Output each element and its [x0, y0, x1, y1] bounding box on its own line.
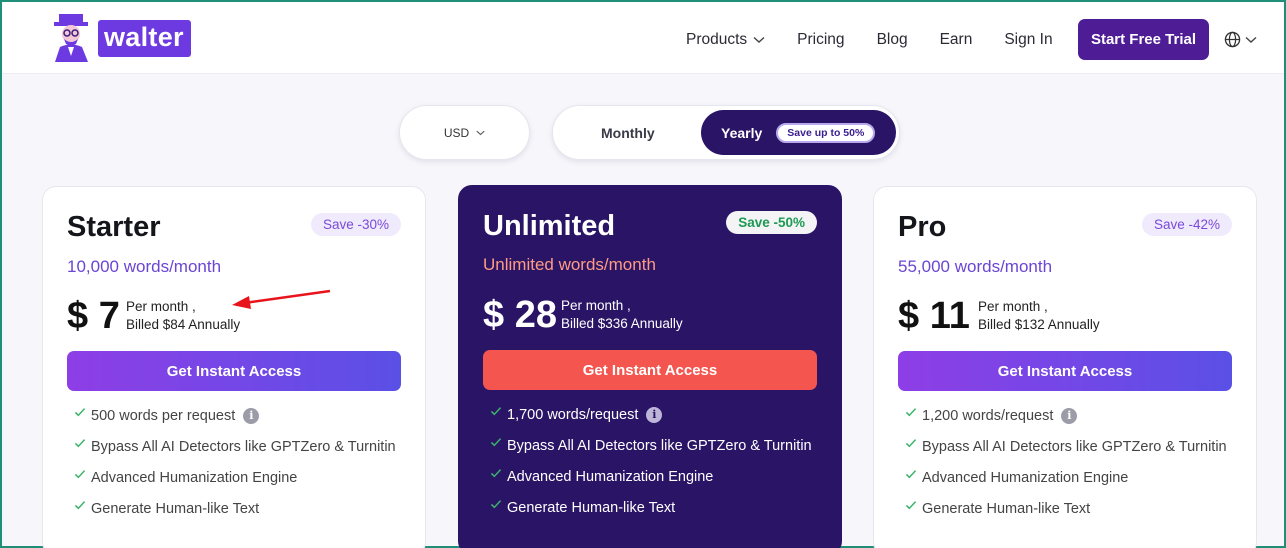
list-item: Bypass All AI Detectors like GPTZero & T…	[483, 435, 813, 458]
list-item: Bypass All AI Detectors like GPTZero & T…	[898, 436, 1228, 459]
feature-text: Generate Human-like Text	[922, 501, 1091, 517]
chevron-down-icon	[1245, 36, 1257, 43]
plan-card-starter: Starter Save -30% 10,000 words/month $ 7…	[42, 186, 426, 548]
billing-monthly-option[interactable]: Monthly	[601, 125, 655, 141]
check-icon	[74, 470, 86, 479]
feature-text: Bypass All AI Detectors like GPTZero & T…	[91, 439, 396, 455]
feature-text: Generate Human-like Text	[507, 500, 676, 516]
currency-select[interactable]: USD	[399, 105, 530, 160]
list-item: Generate Human-like Text	[898, 498, 1228, 521]
plan-billing-note: Per month , Billed $84 Annually	[126, 298, 240, 334]
plan-billed-total: Billed $132 Annually	[978, 317, 1100, 332]
mascot-logo-icon	[54, 14, 88, 62]
plan-card-pro: Pro Save -42% 55,000 words/month $ 11 Pe…	[873, 186, 1257, 548]
get-instant-access-button[interactable]: Get Instant Access	[898, 351, 1232, 391]
check-icon	[490, 438, 502, 447]
feature-text: 1,700 words/request	[507, 407, 639, 423]
plan-name: Pro	[898, 211, 947, 243]
check-icon	[490, 469, 502, 478]
feature-text: Generate Human-like Text	[91, 501, 260, 517]
logo-wordmark: walter	[98, 19, 191, 57]
plan-price: $ 7	[67, 295, 120, 337]
list-item: 1,700 words/request i	[483, 404, 813, 427]
plan-features: 1,700 words/request i Bypass All AI Detec…	[483, 404, 813, 528]
list-item: Bypass All AI Detectors like GPTZero & T…	[67, 436, 397, 459]
plan-name: Starter	[67, 211, 161, 243]
plan-features: 1,200 words/request i Bypass All AI Detec…	[898, 405, 1228, 529]
billing-yearly-option[interactable]: Yearly Save up to 50%	[701, 110, 896, 155]
brand-logo[interactable]: walter	[52, 14, 191, 62]
feature-text: Advanced Humanization Engine	[507, 469, 714, 485]
plan-billed-total: Billed $336 Annually	[561, 316, 683, 331]
plan-billing-note: Per month , Billed $132 Annually	[978, 298, 1100, 334]
feature-text: Bypass All AI Detectors like GPTZero & T…	[922, 439, 1227, 455]
info-icon[interactable]: i	[646, 407, 663, 424]
language-selector[interactable]	[1224, 31, 1257, 48]
list-item: Advanced Humanization Engine	[898, 467, 1228, 490]
plan-period: Per month ,	[978, 299, 1048, 314]
list-item: Advanced Humanization Engine	[483, 466, 813, 489]
billing-period-toggle: Monthly Yearly Save up to 50%	[552, 105, 900, 160]
nav-blog[interactable]: Blog	[877, 31, 908, 49]
plan-word-quota: 10,000 words/month	[67, 257, 222, 276]
info-icon[interactable]: i	[243, 408, 260, 425]
list-item: Advanced Humanization Engine	[67, 467, 397, 490]
annotation-arrow-icon	[232, 289, 331, 309]
start-free-trial-button[interactable]: Start Free Trial	[1078, 19, 1209, 60]
nav-links: Products Pricing Blog Earn Sign In	[686, 31, 1085, 49]
list-item: Generate Human-like Text	[483, 497, 813, 520]
check-icon	[74, 439, 86, 448]
globe-icon	[1224, 31, 1241, 48]
check-icon	[490, 500, 502, 509]
check-icon	[74, 408, 86, 417]
get-instant-access-button[interactable]: Get Instant Access	[67, 351, 401, 391]
plan-card-unlimited: Unlimited Save -50% Unlimited words/mont…	[458, 185, 842, 548]
feature-text: 500 words per request	[91, 408, 236, 424]
feature-text: Advanced Humanization Engine	[922, 470, 1129, 486]
feature-text: 1,200 words/request	[922, 408, 1054, 424]
list-item: Generate Human-like Text	[67, 498, 397, 521]
list-item: 1,200 words/request i	[898, 405, 1228, 428]
check-icon	[74, 501, 86, 510]
feature-text: Bypass All AI Detectors like GPTZero & T…	[507, 438, 812, 454]
check-icon	[905, 408, 917, 417]
nav-products[interactable]: Products	[686, 31, 765, 49]
plan-price: $ 11	[898, 295, 970, 337]
plan-word-quota: Unlimited words/month	[483, 255, 656, 274]
nav-pricing[interactable]: Pricing	[797, 31, 844, 49]
chevron-down-icon	[476, 130, 485, 135]
currency-value: USD	[443, 125, 470, 140]
plan-name: Unlimited	[483, 210, 616, 242]
plan-discount-badge: Save -42%	[1141, 213, 1232, 236]
yearly-savings-badge: Save up to 50%	[776, 122, 876, 143]
plan-features: 500 words per request i Bypass All AI Det…	[67, 405, 397, 529]
plan-billed-total: Billed $84 Annually	[126, 317, 241, 332]
plan-discount-badge: Save -30%	[310, 213, 401, 236]
plan-discount-badge: Save -50%	[726, 211, 817, 234]
get-instant-access-button[interactable]: Get Instant Access	[483, 350, 817, 390]
nav-products-label: Products	[686, 31, 748, 48]
plan-billing-note: Per month , Billed $336 Annually	[561, 297, 683, 333]
check-icon	[905, 470, 917, 479]
nav-sign-in[interactable]: Sign In	[1004, 31, 1052, 49]
plan-period: Per month ,	[561, 298, 631, 313]
nav-earn[interactable]: Earn	[940, 31, 973, 49]
list-item: 500 words per request i	[67, 405, 397, 428]
info-icon[interactable]: i	[1061, 408, 1078, 425]
feature-text: Advanced Humanization Engine	[91, 470, 298, 486]
plan-period: Per month ,	[126, 299, 196, 314]
plan-price: $ 28	[483, 294, 557, 336]
check-icon	[490, 407, 502, 416]
check-icon	[905, 439, 917, 448]
plan-word-quota: 55,000 words/month	[898, 257, 1053, 276]
top-navbar: walter Products Pricing Blog Earn Sign I…	[2, 2, 1284, 74]
chevron-down-icon	[753, 36, 765, 43]
check-icon	[905, 501, 917, 510]
billing-yearly-label: Yearly	[721, 124, 763, 141]
